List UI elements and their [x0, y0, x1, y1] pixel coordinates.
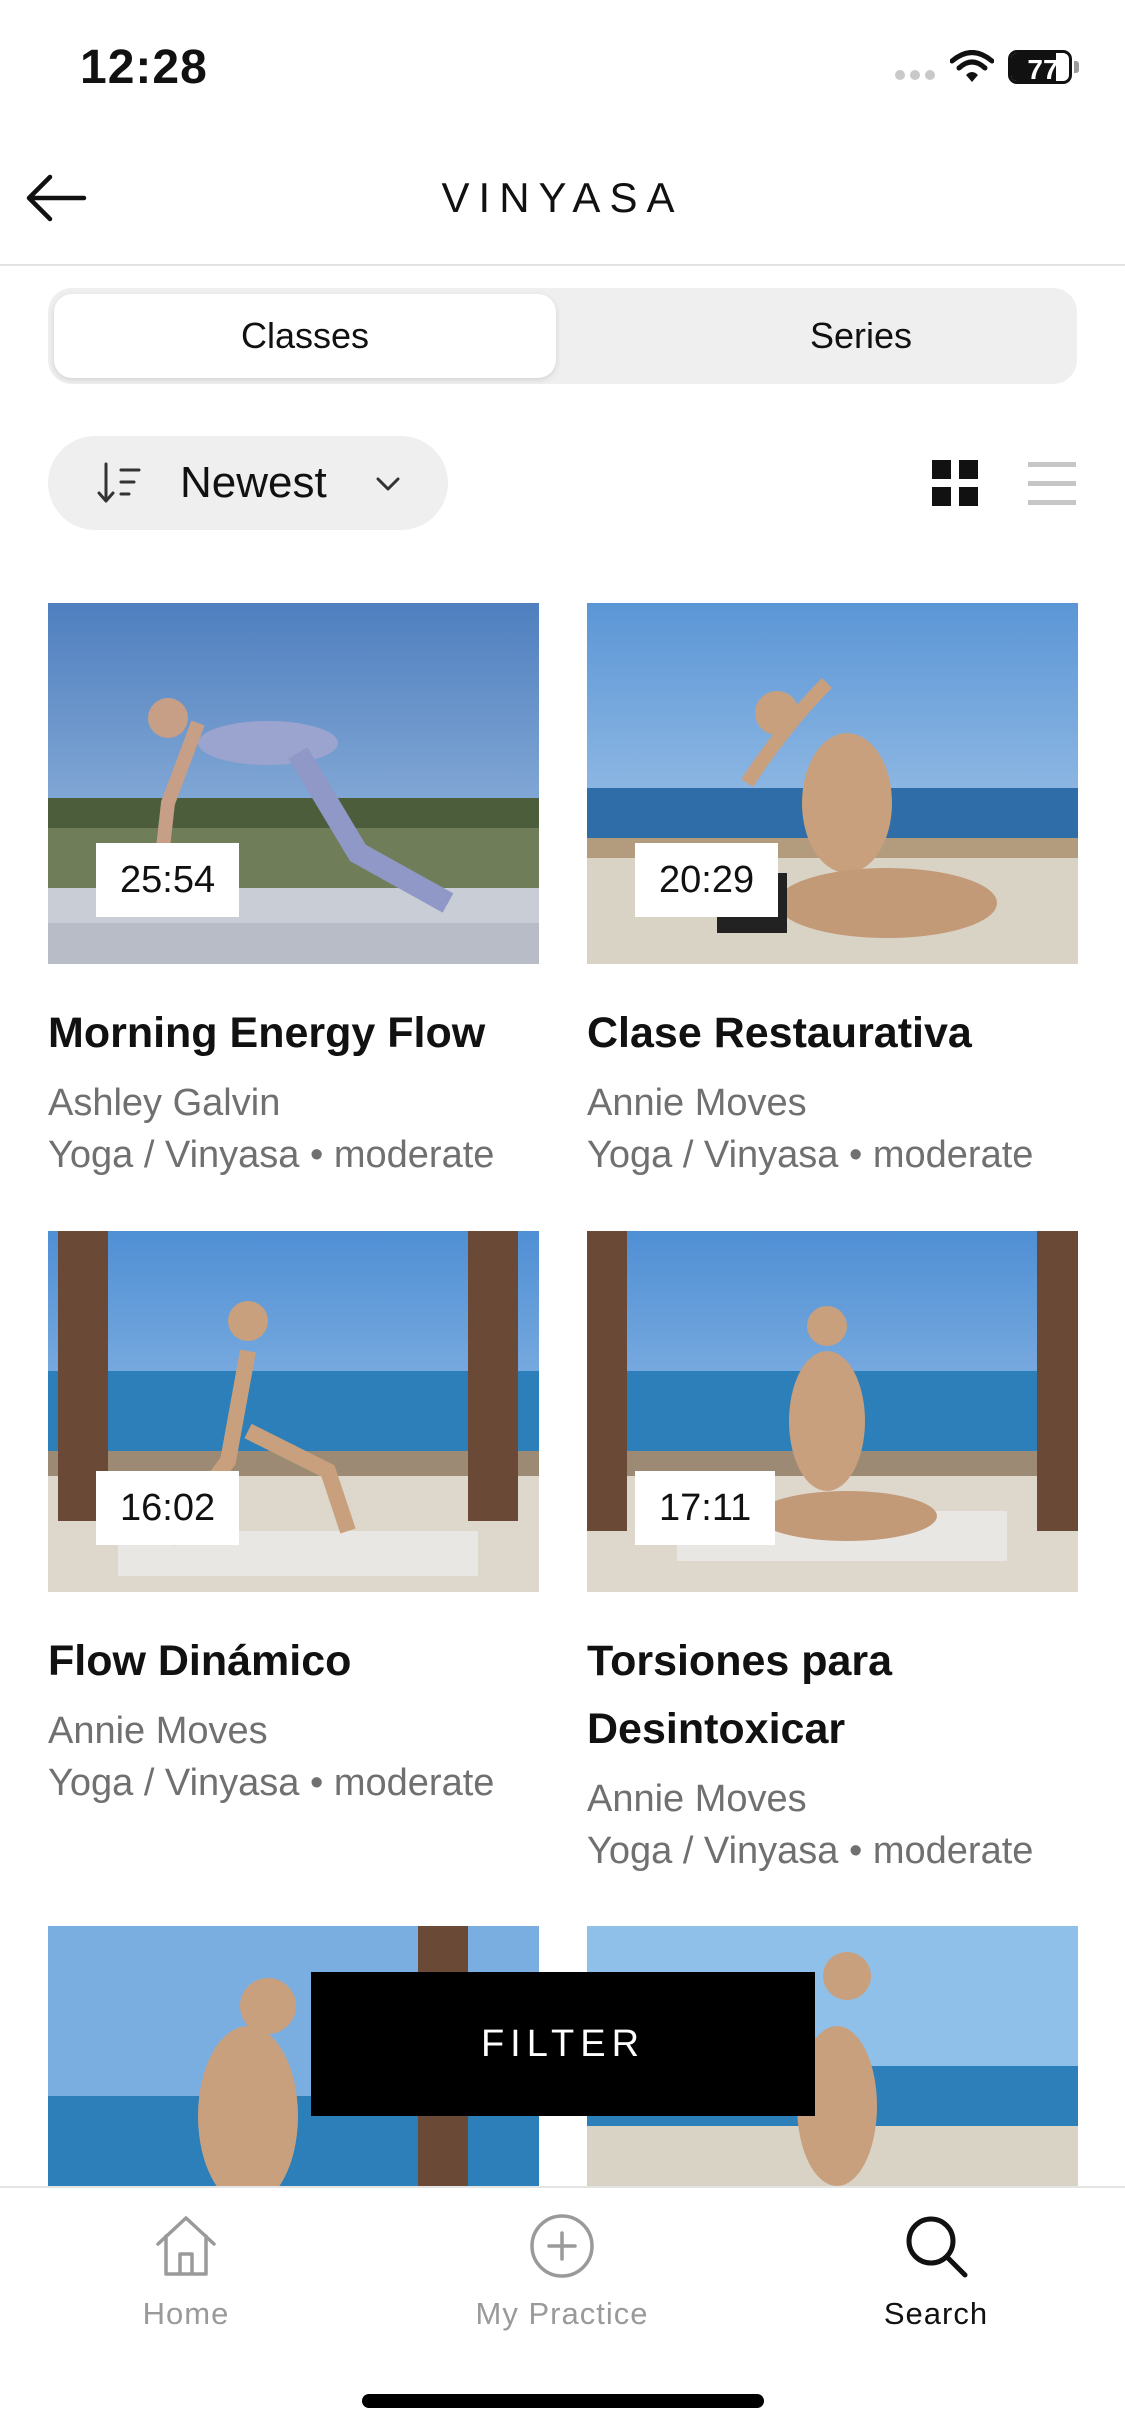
sort-dropdown[interactable]: Newest	[48, 436, 448, 530]
chevron-down-icon	[376, 477, 400, 491]
class-instructor: Annie Moves	[587, 1082, 807, 1124]
tab-label: Home	[142, 2296, 230, 2331]
class-card[interactable]: 25:54 Morning Energy Flow Ashley Galvin …	[48, 603, 539, 1176]
class-title: Clase Restaurativa	[587, 1009, 972, 1057]
class-meta: Yoga / Vinyasa • moderate	[587, 1830, 1034, 1872]
segmented-control: Classes Series	[48, 288, 1077, 384]
home-indicator[interactable]	[362, 2394, 764, 2408]
duration-badge: 16:02	[96, 1471, 240, 1545]
wifi-icon	[950, 50, 994, 82]
class-title: Flow Dinámico	[48, 1637, 352, 1685]
tab-classes[interactable]: Classes	[54, 294, 556, 378]
class-title: Morning Energy Flow	[48, 1009, 486, 1057]
battery-level: 77	[1027, 54, 1059, 84]
tab-label: Search	[883, 2296, 989, 2331]
sort-icon	[97, 462, 141, 503]
plus-circle-icon	[530, 2214, 594, 2278]
list-view-icon[interactable]	[1028, 460, 1076, 508]
duration-badge: 20:29	[635, 843, 779, 917]
cellular-signal-icon	[895, 70, 935, 84]
sort-label: Newest	[180, 458, 327, 507]
search-icon	[906, 2216, 968, 2278]
tab-series[interactable]: Series	[610, 294, 1112, 378]
class-instructor: Annie Moves	[48, 1710, 268, 1752]
tab-home[interactable]: Home	[66, 2212, 306, 2352]
class-thumbnail: 25:54	[48, 603, 539, 964]
tab-my-practice[interactable]: My Practice	[442, 2212, 682, 2352]
class-card[interactable]: 20:29 Clase Restaurativa Annie Moves Yog…	[587, 603, 1078, 1176]
class-card[interactable]: 16:02 Flow Dinámico Annie Moves Yoga / V…	[48, 1231, 539, 1804]
class-thumbnail: 16:02	[48, 1231, 539, 1592]
status-bar: 12:28 77	[0, 0, 1125, 140]
class-meta: Yoga / Vinyasa • moderate	[48, 1134, 495, 1176]
class-meta: Yoga / Vinyasa • moderate	[587, 1134, 1034, 1176]
class-title: Torsiones para Desintoxicar	[587, 1637, 893, 1753]
tab-search[interactable]: Search	[816, 2212, 1056, 2352]
home-icon	[156, 2216, 216, 2276]
class-thumbnail: 20:29	[587, 603, 1078, 964]
header: VINYASA	[0, 140, 1125, 266]
battery-icon: 77	[1008, 50, 1079, 84]
grid-view-icon[interactable]	[932, 460, 978, 506]
duration-badge: 25:54	[96, 843, 240, 917]
class-instructor: Ashley Galvin	[48, 1082, 281, 1124]
duration-badge: 17:11	[635, 1471, 776, 1545]
class-card[interactable]: 17:11 Torsiones para Desintoxicar Annie …	[587, 1231, 1078, 1872]
status-time: 12:28	[80, 41, 208, 94]
filter-button[interactable]: FILTER	[311, 1972, 815, 2116]
class-instructor: Annie Moves	[587, 1778, 807, 1820]
class-meta: Yoga / Vinyasa • moderate	[48, 1762, 495, 1804]
class-thumbnail: 17:11	[587, 1231, 1078, 1592]
tab-label: My Practice	[475, 2296, 649, 2331]
page-title: VINYASA	[441, 174, 684, 221]
